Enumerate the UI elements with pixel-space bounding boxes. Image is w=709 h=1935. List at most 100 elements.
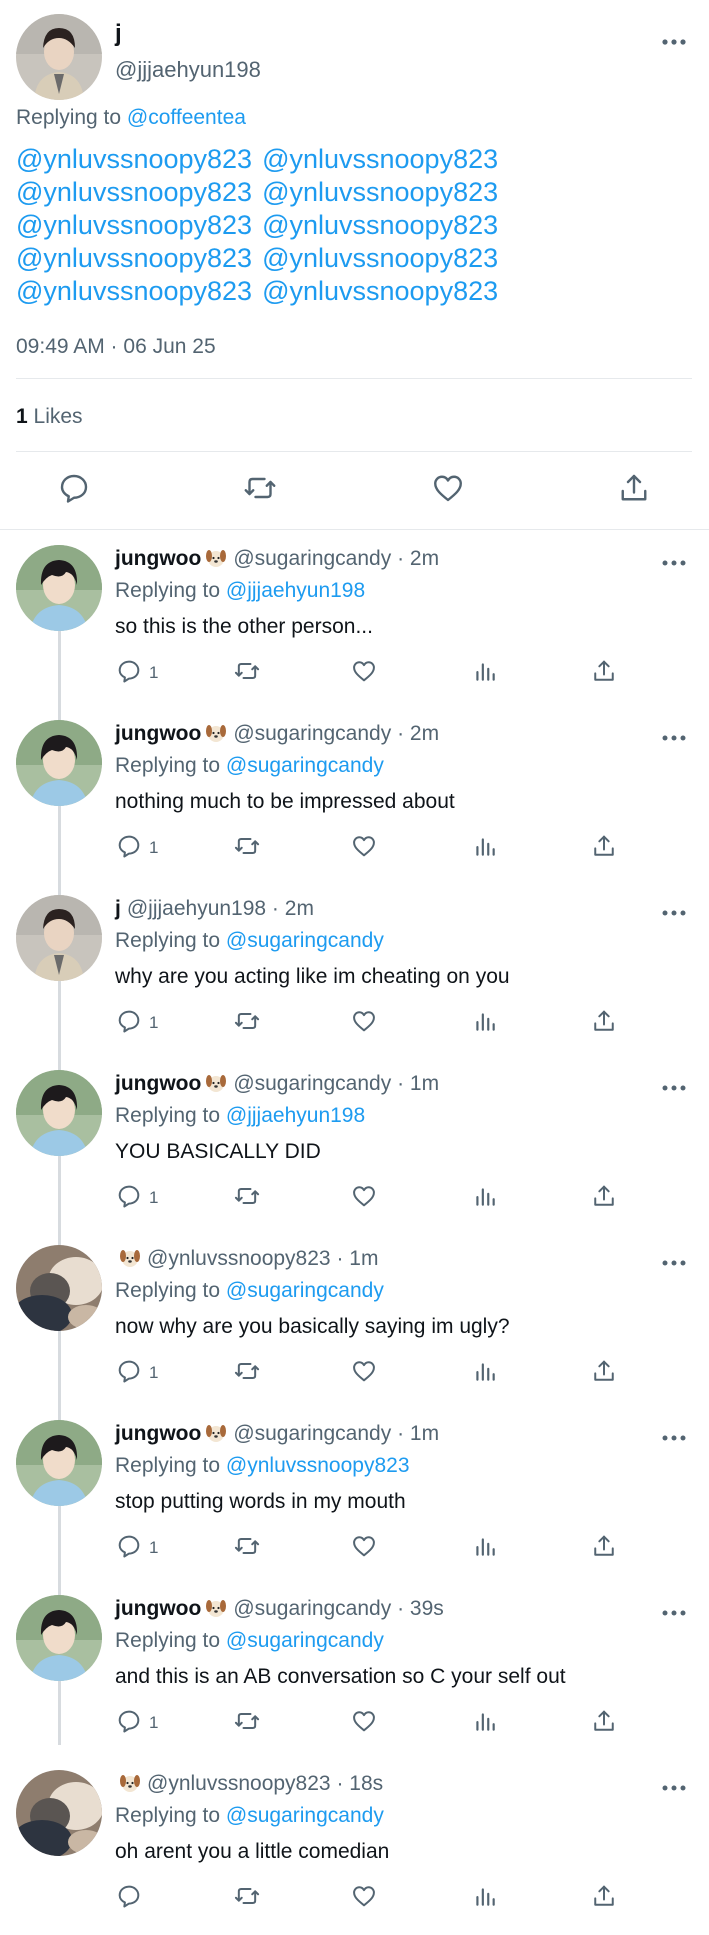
reply-time[interactable]: 1m [410,1072,439,1095]
more-options-icon[interactable] [660,553,688,573]
reply-icon[interactable]: 1 [115,1007,175,1035]
reply-author-handle[interactable]: @ynluvssnoopy823 [147,1247,331,1270]
reply-time[interactable]: 18s [349,1772,383,1795]
like-icon[interactable] [350,1007,378,1035]
mention-link[interactable]: @ynluvssnoopy823 [16,209,252,242]
reply-author-handle[interactable]: @sugaringcandy [233,1597,391,1620]
replying-to-link[interactable]: @ynluvssnoopy823 [226,1454,410,1477]
avatar[interactable] [16,1770,102,1856]
mention-link[interactable]: @ynluvssnoopy823 [16,176,252,209]
analytics-icon[interactable] [472,1007,498,1035]
replying-to-link[interactable]: @jjjaehyun198 [226,579,365,602]
avatar[interactable] [16,720,102,806]
reply-author-name[interactable]: jungwoo [115,722,201,745]
likes-count[interactable]: 1 Likes [16,405,83,429]
share-icon[interactable] [590,1532,618,1560]
avatar[interactable] [16,14,102,100]
reply-tweet[interactable]: @ynluvssnoopy823 · 1m Replying to @sugar… [0,1235,709,1410]
analytics-icon[interactable] [472,1882,498,1910]
like-icon[interactable] [350,832,378,860]
share-icon[interactable] [590,1357,618,1385]
analytics-icon[interactable] [472,1532,498,1560]
share-icon[interactable] [590,832,618,860]
reply-time[interactable]: 1m [349,1247,378,1270]
reply-author-name[interactable]: jungwoo [115,547,201,570]
mention-link[interactable]: @ynluvssnoopy823 [262,143,498,176]
share-icon[interactable] [590,1007,618,1035]
reply-tweet[interactable]: @ynluvssnoopy823 · 18s Replying to @suga… [0,1760,709,1935]
mention-link[interactable]: @ynluvssnoopy823 [16,143,252,176]
reply-author-name[interactable]: jungwoo [115,1072,201,1095]
analytics-icon[interactable] [472,1707,498,1735]
more-options-icon[interactable] [660,1603,688,1623]
reply-tweet[interactable]: jungwoo @sugaringcandy · 2m Replying to @… [0,710,709,885]
replying-to-link[interactable]: @sugaringcandy [226,1279,384,1302]
more-options-icon[interactable] [660,30,688,54]
reply-author-handle[interactable]: @sugaringcandy [233,1072,391,1095]
avatar[interactable] [16,1595,102,1681]
reply-icon[interactable]: 1 [115,1357,175,1385]
reply-icon[interactable]: 1 [115,1182,175,1210]
like-icon[interactable] [350,1357,378,1385]
mention-link[interactable]: @ynluvssnoopy823 [262,275,498,308]
analytics-icon[interactable] [472,1357,498,1385]
replying-to-link[interactable]: @sugaringcandy [226,1629,384,1652]
retweet-icon[interactable] [242,470,278,506]
reply-author-name[interactable]: jungwoo [115,1422,201,1445]
more-options-icon[interactable] [660,1778,688,1798]
like-icon[interactable] [350,657,378,685]
reply-tweet[interactable]: jungwoo @sugaringcandy · 2m Replying to @… [0,535,709,710]
reply-time[interactable]: 39s [410,1597,444,1620]
more-options-icon[interactable] [660,903,688,923]
analytics-icon[interactable] [472,832,498,860]
replying-to-link[interactable]: @jjjaehyun198 [226,1104,365,1127]
like-icon[interactable] [350,1707,378,1735]
share-icon[interactable] [590,1882,618,1910]
retweet-icon[interactable] [232,1882,262,1910]
reply-time[interactable]: 2m [410,722,439,745]
reply-author-handle[interactable]: @sugaringcandy [233,1422,391,1445]
mention-link[interactable]: @ynluvssnoopy823 [16,242,252,275]
reply-tweet[interactable]: jungwoo @sugaringcandy · 1m Replying to @… [0,1060,709,1235]
mention-link[interactable]: @ynluvssnoopy823 [16,275,252,308]
like-icon[interactable] [350,1182,378,1210]
mention-link[interactable]: @ynluvssnoopy823 [262,209,498,242]
replying-to-link[interactable]: @sugaringcandy [226,1804,384,1827]
more-options-icon[interactable] [660,728,688,748]
like-icon[interactable] [430,470,466,506]
reply-author-name[interactable]: j [115,897,121,920]
avatar[interactable] [16,1070,102,1156]
like-icon[interactable] [350,1532,378,1560]
mention-link[interactable]: @ynluvssnoopy823 [262,176,498,209]
reply-time[interactable]: 1m [410,1422,439,1445]
retweet-icon[interactable] [232,1357,262,1385]
share-icon[interactable] [590,1182,618,1210]
reply-icon[interactable]: 1 [115,657,175,685]
share-icon[interactable] [616,470,652,506]
reply-author-handle[interactable]: @sugaringcandy [233,547,391,570]
retweet-icon[interactable] [232,1532,262,1560]
reply-author-handle[interactable]: @jjjaehyun198 [127,897,266,920]
mention-link[interactable]: @ynluvssnoopy823 [262,242,498,275]
avatar[interactable] [16,1245,102,1331]
reply-author-handle[interactable]: @ynluvssnoopy823 [147,1772,331,1795]
analytics-icon[interactable] [472,1182,498,1210]
avatar[interactable] [16,545,102,631]
replying-to-link[interactable]: @sugaringcandy [226,929,384,952]
reply-time[interactable]: 2m [410,547,439,570]
reply-icon[interactable] [56,470,92,506]
retweet-icon[interactable] [232,832,262,860]
retweet-icon[interactable] [232,1182,262,1210]
reply-icon[interactable]: 1 [115,1532,175,1560]
reply-author-name[interactable]: jungwoo [115,1597,201,1620]
reply-author-handle[interactable]: @sugaringcandy [233,722,391,745]
like-icon[interactable] [350,1882,378,1910]
retweet-icon[interactable] [232,1007,262,1035]
more-options-icon[interactable] [660,1253,688,1273]
analytics-icon[interactable] [472,657,498,685]
reply-tweet[interactable]: jungwoo @sugaringcandy · 1m Replying to @… [0,1410,709,1585]
retweet-icon[interactable] [232,1707,262,1735]
reply-icon[interactable]: 1 [115,832,175,860]
more-options-icon[interactable] [660,1428,688,1448]
reply-icon[interactable]: 1 [115,1707,175,1735]
